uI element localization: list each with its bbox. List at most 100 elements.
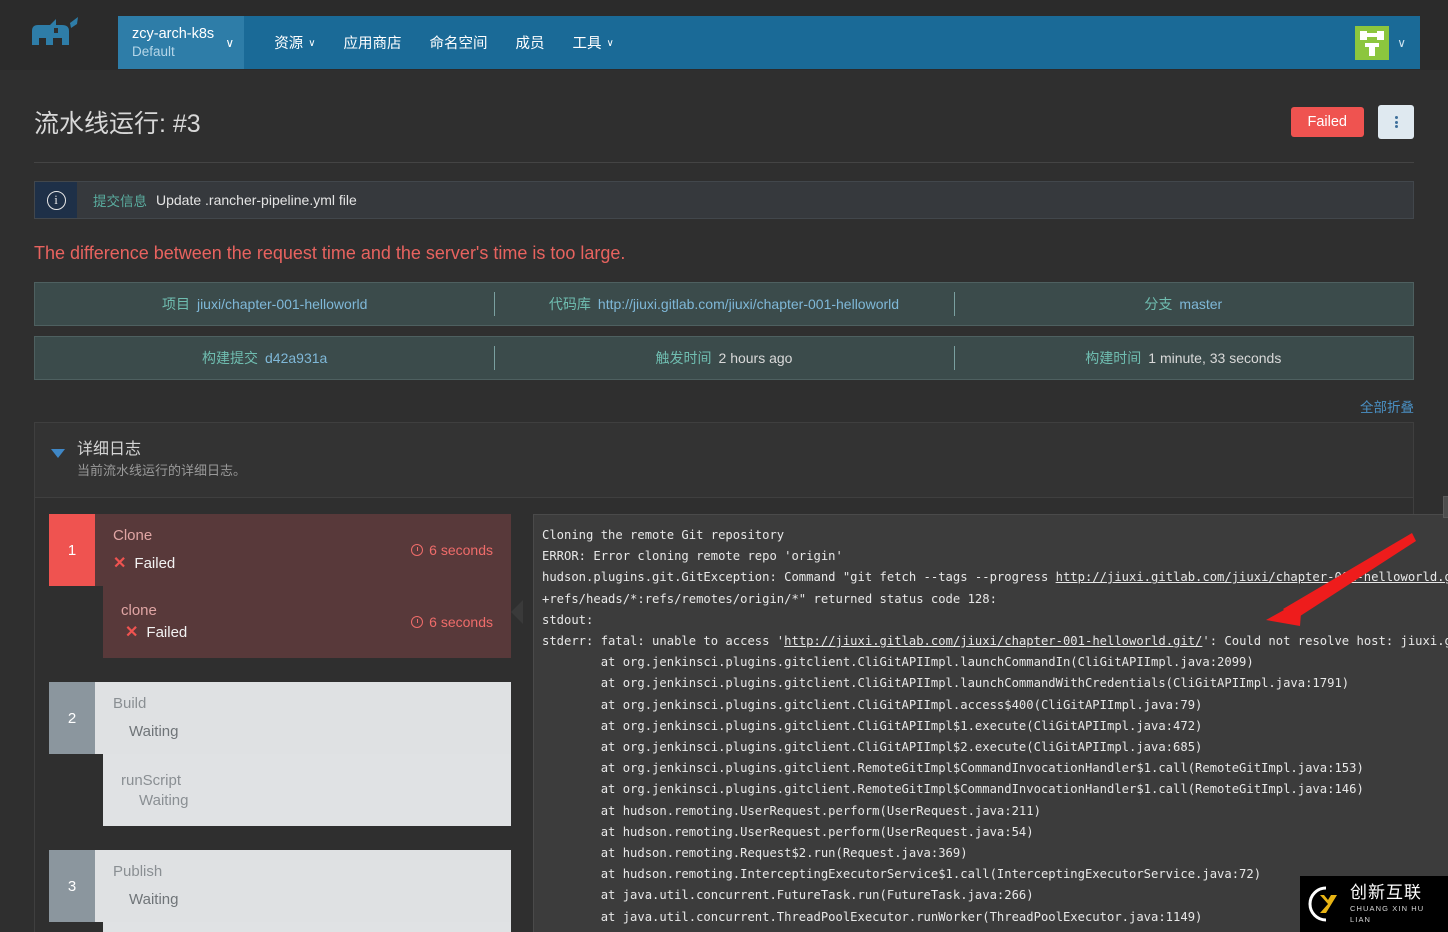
log-navigation-buttons: ⏮ ∧ ∨ <box>1442 496 1448 518</box>
console-log-line: hudson.plugins.git.GitException: Command… <box>542 567 1448 588</box>
header-actions: Failed <box>1290 105 1414 139</box>
info-cell-repository: 代码库 http://jiuxi.gitlab.com/jiuxi/chapte… <box>494 283 953 325</box>
stage-status-label: Failed <box>134 554 176 572</box>
stage-status: Waiting <box>113 887 178 913</box>
info-cell-project: 项目 jiuxi/chapter-001-helloworld <box>35 283 494 325</box>
nav-item-label: 成员 <box>515 36 545 52</box>
console-log-line: stderr: fatal: unable to access 'http://… <box>542 634 1448 649</box>
nav-item-apps[interactable]: 应用商店 <box>330 16 416 69</box>
info-row-repo: 项目 jiuxi/chapter-001-helloworld 代码库 http… <box>34 282 1414 326</box>
stage-text: Clone ✕ Failed <box>113 524 175 577</box>
nav-links: 资源 ∨ 应用商店 命名空间 成员 工具 ∨ <box>244 16 628 69</box>
nav-item-members[interactable]: 成员 <box>502 16 559 69</box>
commit-icon-container: i <box>35 182 77 218</box>
commit-label: 提交信息 <box>93 194 147 209</box>
console-log-line: at org.jenkinsci.plugins.gitclient.CliGi… <box>542 676 1350 691</box>
stage-status: Waiting <box>113 719 178 745</box>
info-cell-branch: 分支 master <box>953 283 1413 325</box>
triangle-down-icon[interactable] <box>51 449 65 458</box>
nav-item-namespaces[interactable]: 命名空间 <box>416 16 502 69</box>
step-status-label: Failed <box>146 623 188 641</box>
console-log-link[interactable]: http://jiuxi.gitlab.com/jiuxi/chapter-00… <box>1056 570 1448 584</box>
console-log-line: stdout: <box>542 612 601 627</box>
stage-text: Publish Waiting <box>113 860 178 913</box>
stage-number: 2 <box>49 682 95 754</box>
clock-icon <box>411 616 424 628</box>
cluster-selector[interactable]: zcy-arch-k8s Default ∨ <box>118 16 245 69</box>
status-badge[interactable]: Failed <box>1290 107 1364 137</box>
stage-status-label: Waiting <box>129 722 179 740</box>
avatar <box>1355 25 1390 60</box>
stage-duration-label: 6 seconds <box>429 542 493 558</box>
jump-to-top-button[interactable]: ⏮ <box>1442 496 1448 518</box>
stage-block-clone: 1 Clone ✕ Failed 6 seconds clone ✕ Faile… <box>49 514 511 658</box>
stage-name: Clone <box>113 526 153 544</box>
step-row-publishimage[interactable]: publishImage <box>103 922 511 932</box>
stage-row[interactable]: 3 Publish Waiting <box>49 850 511 922</box>
console-log-line: at org.jenkinsci.plugins.gitclient.Remot… <box>542 782 1364 797</box>
console-log-line: at hudson.remoting.UserRequest.perform(U… <box>542 824 1034 839</box>
nav-item-tools[interactable]: 工具 ∨ <box>559 16 628 69</box>
main-navbar: zcy-arch-k8s Default ∨ 资源 ∨ 应用商店 命名空间 成员… <box>118 16 1420 69</box>
stage-text: Build Waiting <box>113 692 178 745</box>
nav-item-label: 资源 <box>274 36 304 52</box>
step-duration-label: 6 seconds <box>429 614 493 630</box>
top-navigation-bar: zcy-arch-k8s Default ∨ 资源 ∨ 应用商店 命名空间 成员… <box>0 0 1448 70</box>
logs-header-text: 详细日志 当前流水线运行的详细日志。 <box>77 439 246 481</box>
info-value-triggered: 2 hours ago <box>718 350 793 366</box>
x-mark-icon: ✕ <box>125 624 139 641</box>
info-value-repository[interactable]: http://jiuxi.gitlab.com/jiuxi/chapter-00… <box>598 296 899 312</box>
info-label: 项目 <box>161 296 190 312</box>
watermark-en: CHUANG XIN HU LIAN <box>1350 904 1425 924</box>
stage-number: 1 <box>49 514 95 586</box>
nav-item-resources[interactable]: 资源 ∨ <box>260 16 329 69</box>
console-log-link[interactable]: http://jiuxi.gitlab.com/jiuxi/chapter-00… <box>784 634 1202 648</box>
chevron-down-icon: ∨ <box>1397 35 1406 50</box>
info-label: 构建提交 <box>202 350 259 366</box>
console-log-line: ERROR: Error cloning remote repo 'origin… <box>542 549 843 564</box>
step-row-clone[interactable]: clone ✕ Failed 6 seconds <box>103 586 511 658</box>
page-content: 流水线运行: #3 Failed i 提交信息 Update .rancher-… <box>0 70 1448 932</box>
collapse-all-link[interactable]: 全部折叠 <box>1360 396 1414 416</box>
info-value-project[interactable]: jiuxi/chapter-001-helloworld <box>197 296 367 312</box>
x-mark-icon: ✕ <box>113 554 127 572</box>
commit-message: Update .rancher-pipeline.yml file <box>156 192 357 208</box>
console-log-output[interactable]: Cloning the remote Git repository ERROR: … <box>533 514 1448 932</box>
watermark-text: 创新互联 CHUANG XIN HU LIAN <box>1350 883 1448 925</box>
user-menu[interactable]: ∨ <box>1355 16 1420 69</box>
step-status: ✕ Failed <box>121 622 187 642</box>
detailed-logs-panel: 详细日志 当前流水线运行的详细日志。 1 Clone ✕ Failed 6 se… <box>34 422 1448 932</box>
console-log-line: at hudson.remoting.UserRequest.perform(U… <box>542 803 1041 818</box>
commit-text: 提交信息 Update .rancher-pipeline.yml file <box>77 182 357 218</box>
logs-title: 详细日志 <box>77 441 142 458</box>
info-circle-icon: i <box>46 190 66 210</box>
collapse-all-row: 全部折叠 <box>28 390 1420 422</box>
stage-row[interactable]: 2 Build Waiting <box>49 682 511 754</box>
selected-stage-pointer-icon <box>511 600 523 624</box>
console-log-line: at org.jenkinsci.plugins.gitclient.Remot… <box>542 761 1364 776</box>
rancher-logo[interactable] <box>0 0 118 70</box>
console-log-line: at org.jenkinsci.plugins.gitclient.CliGi… <box>542 740 1203 755</box>
site-watermark: 创新互联 CHUANG XIN HU LIAN <box>1300 876 1448 932</box>
cluster-project: Default <box>132 43 175 59</box>
stage-status: ✕ Failed <box>113 551 175 577</box>
rancher-cow-logo-icon <box>32 17 78 45</box>
console-log-line: at hudson.remoting.Request$2.run(Request… <box>542 846 968 861</box>
info-label: 构建时间 <box>1085 350 1142 366</box>
info-value-branch[interactable]: master <box>1179 296 1222 312</box>
nav-item-label: 命名空间 <box>429 36 488 52</box>
stage-row[interactable]: 1 Clone ✕ Failed 6 seconds <box>49 514 511 586</box>
info-value-commit[interactable]: d42a931a <box>265 350 327 366</box>
info-label: 触发时间 <box>655 350 712 366</box>
step-name: clone <box>121 602 157 619</box>
step-row-runscript[interactable]: runScript Waiting <box>103 754 511 826</box>
watermark-cn: 创新互联 <box>1350 883 1422 902</box>
logs-body: 1 Clone ✕ Failed 6 seconds clone ✕ Faile… <box>35 496 1448 932</box>
logs-panel-header[interactable]: 详细日志 当前流水线运行的详细日志。 <box>35 423 1413 498</box>
clock-icon <box>411 544 424 556</box>
chevron-down-icon: ∨ <box>308 38 316 49</box>
chevron-down-icon: ∨ <box>225 35 235 50</box>
actions-menu-button[interactable] <box>1378 105 1414 139</box>
info-label: 分支 <box>1144 296 1173 312</box>
